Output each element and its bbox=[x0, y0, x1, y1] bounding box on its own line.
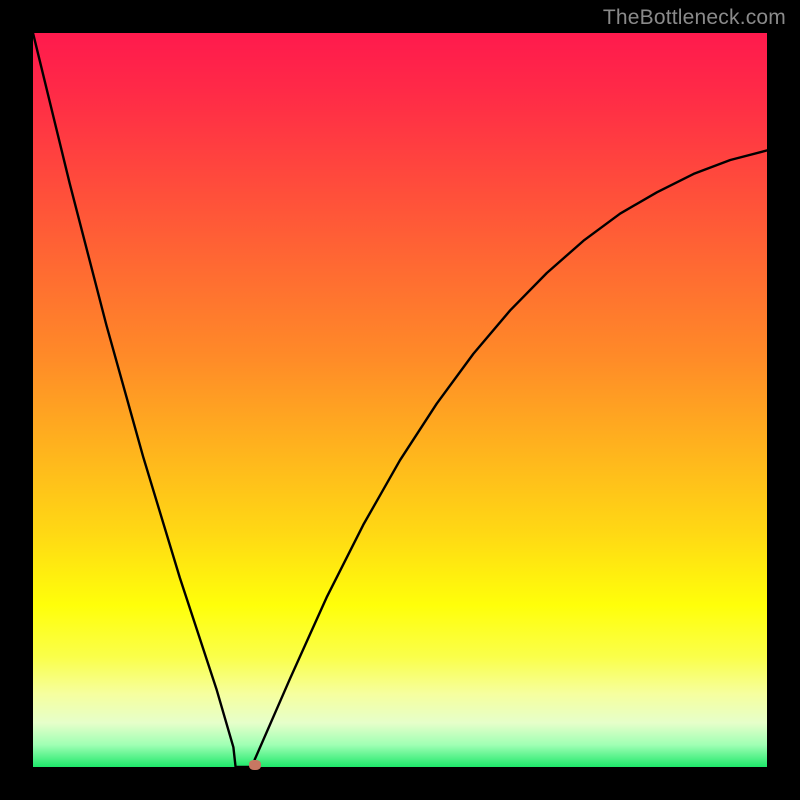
bottleneck-curve bbox=[33, 33, 767, 767]
curve-svg bbox=[33, 33, 767, 767]
plot-area bbox=[33, 33, 767, 767]
chart-frame: TheBottleneck.com bbox=[0, 0, 800, 800]
watermark-text: TheBottleneck.com bbox=[603, 6, 786, 30]
optimal-point-marker bbox=[249, 760, 261, 770]
